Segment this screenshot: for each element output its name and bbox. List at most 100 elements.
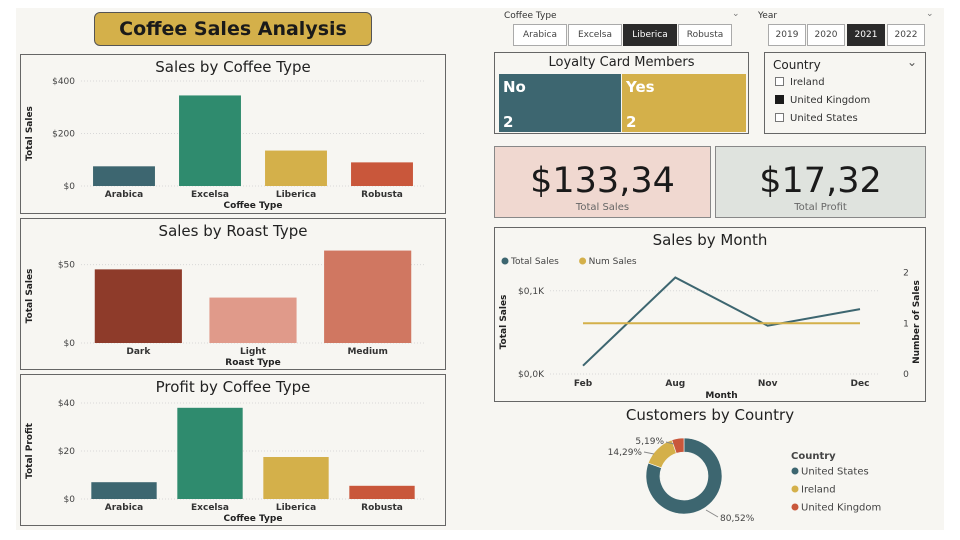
loyalty-yes-value: 2 <box>626 113 637 131</box>
checkbox[interactable] <box>775 113 784 122</box>
x-tick-label: Liberica <box>276 190 316 200</box>
y-axis-title: Total Profit <box>25 422 35 479</box>
legend-label-total-sales: Total Sales <box>510 257 559 267</box>
bar-excelsa <box>177 407 243 499</box>
x-tick-label: Liberica <box>276 503 316 513</box>
x-tick-label: Robusta <box>361 503 403 513</box>
checkbox-checked[interactable] <box>775 95 784 104</box>
x-tick-label: Excelsa <box>191 503 229 513</box>
y-tick-label: $0,1K <box>518 287 545 297</box>
country-option-ireland[interactable]: Ireland <box>775 77 825 88</box>
country-option-united-kingdom[interactable]: United Kingdom <box>775 95 870 106</box>
chevron-down-icon[interactable]: ⌄ <box>732 9 740 19</box>
loyalty-yes-label: Yes <box>626 78 655 96</box>
chart-title: Customers by Country <box>625 406 795 424</box>
legend-marker-ireland <box>791 485 799 493</box>
total-profit-card: $17,32 Total Profit <box>715 146 926 218</box>
chart-title: Profit by Coffee Type <box>155 378 311 396</box>
coffee-type-option-arabica[interactable]: Arabica <box>513 24 567 46</box>
bar-light <box>209 297 297 343</box>
profit-by-coffee-type-panel[interactable]: Profit by Coffee Type $0 $20 $40 Arabica Exc… <box>20 374 446 526</box>
y2-axis-title: Number of Sales <box>912 280 922 364</box>
year-option-2022[interactable]: 2022 <box>887 24 925 46</box>
customers-by-country-panel[interactable]: Customers by Country 80,52% 14,29% 5,19% Co… <box>494 406 926 528</box>
profit-by-coffee-type-chart: $0 $20 $40 Arabica Excelsa Liberica Robusta Cof… <box>25 399 425 524</box>
total-sales-label: Total Sales <box>575 202 630 213</box>
year-option-2019[interactable]: 2019 <box>768 24 806 46</box>
sales-by-roast-type-chart: $0 $50 Dark Light Medium Roast Type Total Sale… <box>25 250 425 368</box>
country-slicer-panel[interactable]: Country ⌄ Ireland United Kingdom United … <box>764 52 926 134</box>
total-sales-card: $133,34 Total Sales <box>494 146 711 218</box>
legend-marker-total-sales <box>501 257 509 265</box>
y-axis-title: Total Sales <box>25 269 35 324</box>
coffee-type-option-robusta[interactable]: Robusta <box>678 24 732 46</box>
loyalty-card-panel[interactable]: Loyalty Card Members No 2 Yes 2 <box>494 52 749 134</box>
x-tick-label: Feb <box>574 379 593 389</box>
year-option-2021[interactable]: 2021 <box>847 24 885 46</box>
bar-arabica <box>93 166 155 186</box>
bar-liberica <box>263 457 329 499</box>
y-tick-label: $0,0K <box>518 370 545 380</box>
slice-label-united-states: 80,52% <box>720 514 755 524</box>
bar-medium <box>324 250 412 343</box>
legend-title: Country <box>791 451 836 462</box>
x-tick-label: Dark <box>126 347 151 357</box>
dashboard-canvas: Coffee Sales Analysis Sales by Coffee Ty… <box>16 8 944 530</box>
chart-title: Sales by Coffee Type <box>155 58 311 76</box>
y-tick-label: $0 <box>64 495 76 505</box>
dashboard-title: Coffee Sales Analysis <box>94 12 372 46</box>
loyalty-no-value: 2 <box>503 113 514 131</box>
loyalty-yes-tile[interactable]: Yes 2 <box>622 74 746 132</box>
chevron-down-icon[interactable]: ⌄ <box>907 55 917 69</box>
coffee-type-option-liberica[interactable]: Liberica <box>623 24 677 46</box>
y-tick-label: $200 <box>52 130 75 140</box>
x-axis-title: Month <box>705 391 737 401</box>
leader-line <box>705 509 719 518</box>
bar-dark <box>94 269 182 343</box>
y-tick-label: $50 <box>58 261 75 271</box>
x-tick-label: Robusta <box>361 190 403 200</box>
total-profit-value: $17,32 <box>759 161 882 201</box>
legend-marker-united-kingdom <box>791 503 799 511</box>
chevron-down-icon[interactable]: ⌄ <box>926 9 934 19</box>
x-tick-label: Arabica <box>105 503 143 513</box>
year-slicer-label: Year <box>758 11 778 21</box>
customers-by-country-chart: 80,52% 14,29%5,19% Country United States Ire… <box>608 437 882 524</box>
x-tick-label: Aug <box>665 379 685 389</box>
chart-title: Sales by Roast Type <box>158 222 308 240</box>
leader-line <box>643 451 655 455</box>
y2-tick-label: 1 <box>903 319 909 329</box>
coffee-type-slicer-label: Coffee Type <box>504 11 557 21</box>
total-profit-label: Total Profit <box>794 202 847 213</box>
y-tick-label: $400 <box>52 77 75 87</box>
bar-robusta <box>349 485 415 499</box>
x-tick-label: Light <box>240 347 267 357</box>
loyalty-no-tile[interactable]: No 2 <box>499 74 621 132</box>
x-axis-title: Coffee Type <box>224 201 283 211</box>
bar-arabica <box>91 482 157 499</box>
legend-marker-united-states <box>791 467 799 475</box>
sales-by-month-chart: Total Sales Num Sales $0,0K $0,1K 0 1 2 Feb Aug N… <box>499 257 922 401</box>
legend-label-united-states: United States <box>801 467 869 478</box>
y-tick-label: $40 <box>58 399 75 409</box>
country-option-united-states[interactable]: United States <box>775 113 858 124</box>
sales-by-month-panel[interactable]: Sales by Month Total Sales Num Sales $0,0K… <box>494 227 926 402</box>
y-tick-label: $0 <box>64 339 76 349</box>
legend-label-united-kingdom: United Kingdom <box>801 503 881 514</box>
legend-label-ireland: Ireland <box>801 485 836 496</box>
loyalty-no-label: No <box>503 78 526 96</box>
y-axis-title: Total Sales <box>499 295 509 350</box>
y-tick-label: $20 <box>58 447 75 457</box>
y2-tick-label: 0 <box>903 370 909 380</box>
sales-by-roast-type-panel[interactable]: Sales by Roast Type $0 $50 Dark Light Medium… <box>20 218 446 370</box>
sales-by-coffee-type-panel[interactable]: Sales by Coffee Type $0 $200 $400 Arabica Ex… <box>20 54 446 214</box>
y2-tick-label: 2 <box>903 269 909 279</box>
x-axis-title: Coffee Type <box>224 514 283 524</box>
total-sales-value: $133,34 <box>530 161 675 201</box>
x-axis-title: Roast Type <box>225 358 280 368</box>
year-option-2020[interactable]: 2020 <box>807 24 845 46</box>
legend-label-num-sales: Num Sales <box>589 257 637 267</box>
checkbox[interactable] <box>775 77 784 86</box>
x-tick-label: Nov <box>758 379 778 389</box>
coffee-type-option-excelsa[interactable]: Excelsa <box>568 24 622 46</box>
